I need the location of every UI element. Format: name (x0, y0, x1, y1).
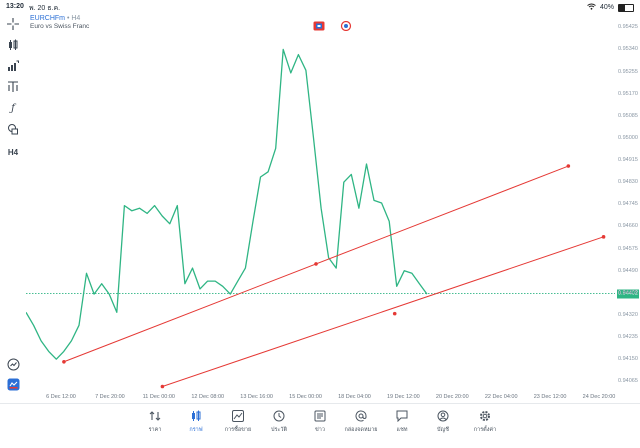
shapes-icon[interactable] (6, 122, 20, 136)
nav-label: แชท (396, 427, 408, 433)
time-tick-label: 20 Dec 20:00 (435, 394, 469, 400)
price-tick-label: 0.94490 (618, 267, 638, 274)
price-tick-label: 0.95340 (618, 46, 638, 53)
account-icon (436, 409, 450, 423)
fx-icon[interactable]: ƒ (6, 101, 20, 115)
price-tick-label: 0.94575 (618, 245, 638, 252)
symbol-name[interactable]: EURCHFm (30, 15, 65, 22)
trendline-handle[interactable] (566, 164, 571, 168)
price-axis: 0.94402 0.95425 0.95340 0.95255 0.95170 0.95… (615, 13, 640, 393)
price-tick-label: 0.94065 (618, 378, 638, 385)
symbol-description: Euro vs Swiss Franc (30, 23, 90, 30)
price-tick-label: 0.94150 (618, 356, 638, 363)
lines-icon[interactable] (6, 80, 20, 94)
mailbox-icon (354, 409, 368, 423)
indicators-icon[interactable] (6, 59, 20, 73)
nav-label: การตั้งค่า (473, 427, 497, 433)
history-icon (272, 409, 286, 423)
trendline-2[interactable] (162, 236, 604, 387)
battery-percent: 40% (599, 4, 614, 11)
price-line-series (25, 48, 428, 360)
time-tick-label: 12 Dec 08:00 (191, 394, 225, 400)
status-right: 40% (587, 3, 634, 12)
chart-icon (189, 409, 203, 423)
time-tick-label: 7 Dec 20:00 (95, 394, 125, 400)
price-tick-label: 0.94660 (618, 223, 638, 230)
nav-item-news[interactable]: ข่าว (298, 409, 342, 434)
battery-icon (618, 3, 634, 12)
price-tick-label: 0.94745 (618, 201, 638, 208)
time-axis: 6 Dec 12:00 7 Dec 20:00 11 Dec 00:00 12 Dec… (26, 393, 636, 403)
time-tick-label: 19 Dec 12:00 (387, 394, 420, 400)
wifi-icon (587, 3, 596, 12)
nav-label: การซื้อขาย (224, 427, 252, 433)
nav-item-chart[interactable]: กราฟ (174, 409, 218, 434)
nav-item-history[interactable]: ประวัติ (257, 409, 301, 434)
candles-icon[interactable] (6, 38, 20, 52)
price-tick-label: 0.95255 (618, 68, 638, 75)
symbol-timeframe: H4 (71, 15, 81, 22)
price-tick-label: 0.95170 (618, 90, 638, 97)
battery-fill (619, 4, 625, 11)
nav-label: กราฟ (189, 427, 203, 433)
news-icon (313, 409, 327, 423)
trendline-handle[interactable] (392, 311, 397, 316)
nav-label: บัญชี (437, 427, 449, 433)
bottom-navigation: ราคา กราฟ การซื้อขาย ประวัติ ข่าว กล่องจดหมาย… (0, 403, 640, 448)
chart-zoom-icon[interactable] (6, 357, 20, 371)
nav-label: ข่าว (315, 427, 325, 433)
one-click-trading-icon[interactable] (313, 18, 325, 36)
quotes-icon (148, 409, 162, 423)
price-tick-label: 0.94405 (618, 289, 638, 296)
time-tick-label: 24 Dec 20:00 (582, 394, 616, 400)
time-tick-label: 6 Dec 12:00 (46, 394, 76, 400)
nav-item-account[interactable]: บัญชี (421, 409, 465, 434)
trendline-handle[interactable] (601, 235, 606, 239)
trendline-handle[interactable] (62, 359, 66, 364)
price-tick-label: 0.94320 (618, 311, 638, 318)
symbol-header: EURCHFm • H4 (30, 15, 81, 22)
price-chart[interactable] (25, 13, 615, 393)
price-tick-label: 0.94235 (618, 334, 638, 341)
chart-area[interactable] (25, 13, 615, 393)
nav-item-trade[interactable]: การซื้อขาย (216, 409, 260, 434)
time-tick-label: 15 Dec 00:00 (289, 394, 322, 400)
left-toolbar: ƒ H4 (0, 13, 26, 393)
time-tick-label: 13 Dec 16:00 (240, 394, 273, 400)
status-time: 13:20 (6, 3, 24, 10)
time-tick-label: 11 Dec 00:00 (142, 394, 175, 400)
price-tick-label: 0.95425 (618, 24, 638, 31)
chat-icon (395, 409, 409, 423)
crosshair-icon[interactable] (6, 17, 20, 31)
status-bar: 13:20 พ. 20 ธ.ค. 40% (0, 0, 640, 13)
time-tick-label: 22 Dec 04:00 (484, 394, 518, 400)
nav-label: ราคา (148, 427, 162, 433)
time-tick-label: 18 Dec 04:00 (338, 394, 371, 400)
nav-item-quotes[interactable]: ราคา (133, 409, 177, 434)
trendline-handle[interactable] (160, 384, 165, 389)
time-tick-label: 23 Dec 12:00 (533, 394, 567, 400)
timeframe-button[interactable]: H4 (6, 145, 20, 159)
trade-icon (231, 409, 245, 423)
trendline-handle[interactable] (314, 262, 318, 266)
trade-levels-icon[interactable] (340, 18, 352, 36)
nav-item-chat[interactable]: แชท (380, 409, 424, 434)
nav-item-mailbox[interactable]: กล่องจดหมาย (339, 409, 383, 434)
price-tick-label: 0.95000 (618, 134, 638, 141)
nav-label: ประวัติ (270, 427, 288, 433)
price-tick-label: 0.94915 (618, 157, 638, 164)
nav-item-settings[interactable]: การตั้งค่า (463, 409, 507, 434)
price-tick-label: 0.95085 (618, 112, 638, 119)
price-tick-label: 0.94830 (618, 179, 638, 186)
settings-icon (478, 409, 492, 423)
nav-label: กล่องจดหมาย (344, 427, 378, 433)
chart-style-icon[interactable] (6, 377, 20, 391)
